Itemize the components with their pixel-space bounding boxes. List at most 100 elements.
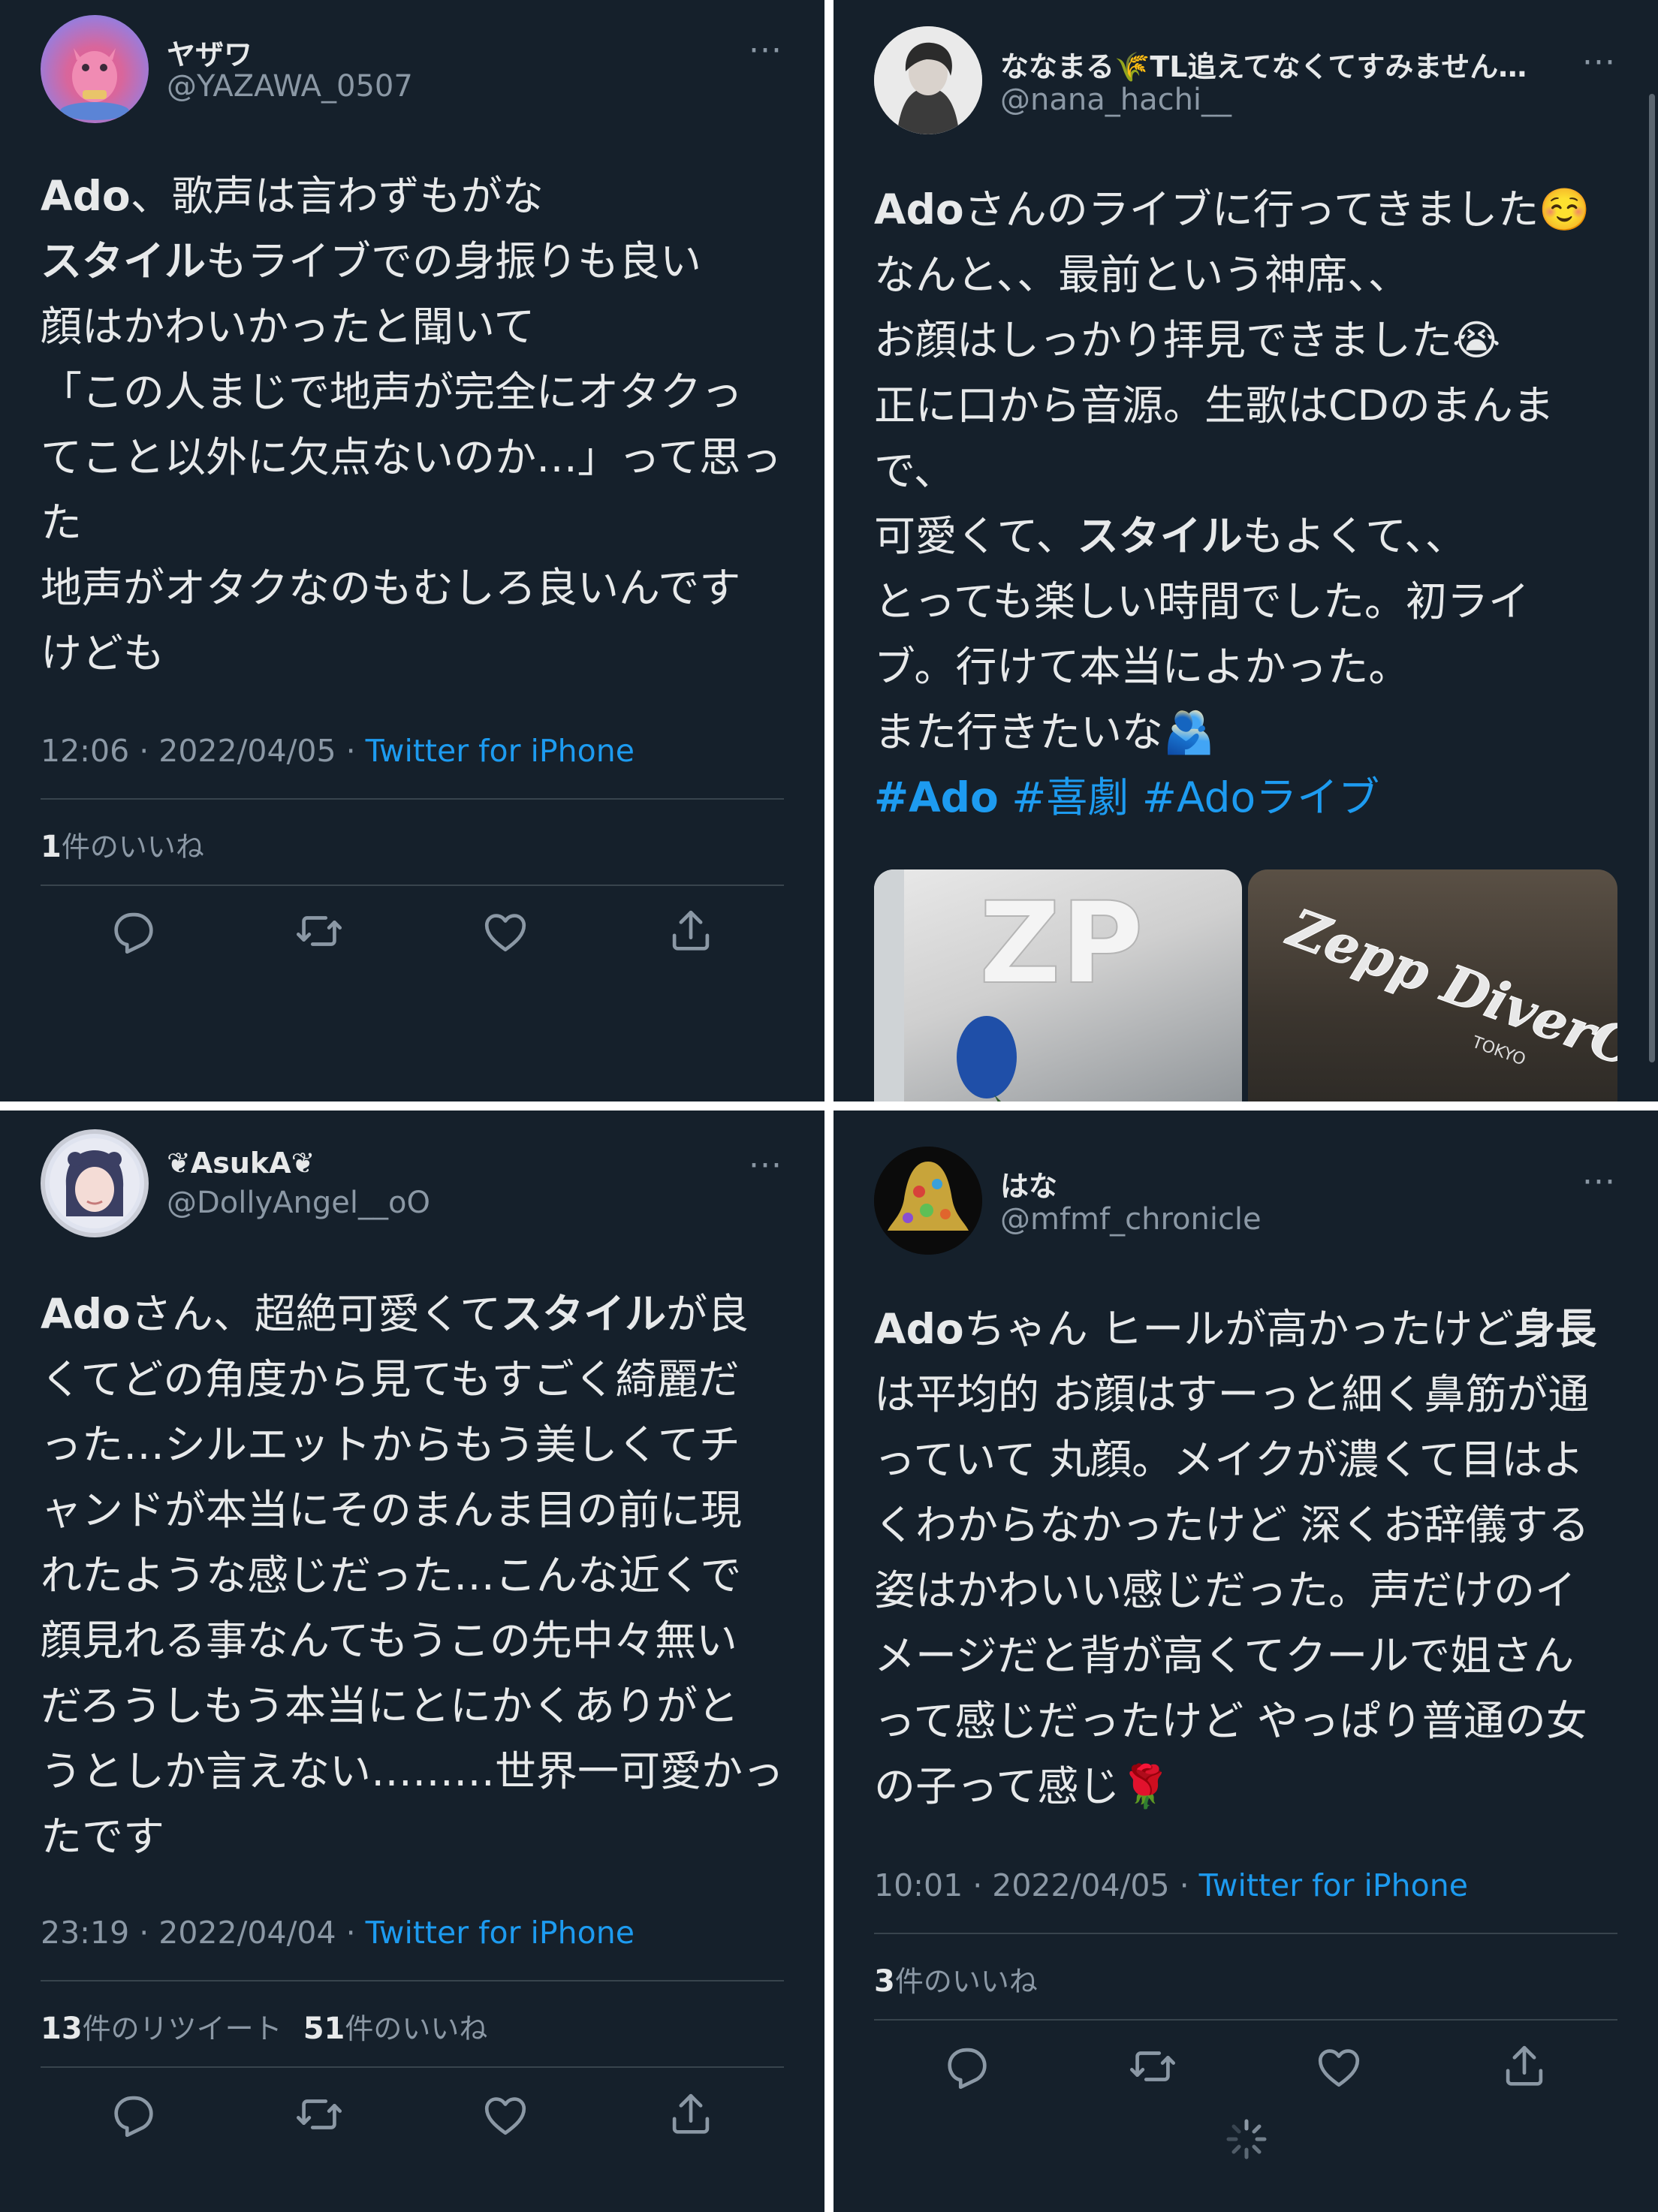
tweet-line: たです bbox=[41, 1813, 165, 1861]
divider bbox=[874, 1933, 1617, 1934]
avatar[interactable] bbox=[41, 15, 149, 123]
zepp-photo-icon: ZP bbox=[874, 869, 1144, 1101]
tweet-panel-hana: はな @mfmf_chronicle ··· Adoちゃん ヒールが高かったけど… bbox=[834, 1111, 1658, 2212]
tweet-line: だろうしもう本当にとにかくありがと bbox=[41, 1682, 740, 1730]
tweet-meta: 10:01 · 2022/04/05 · Twitter for iPhone bbox=[874, 1867, 1468, 1903]
share-icon[interactable] bbox=[665, 2088, 717, 2141]
source-link[interactable]: Twitter for iPhone bbox=[366, 1915, 635, 1951]
hashtag-link[interactable]: #Adoライブ bbox=[1142, 773, 1379, 821]
like-icon[interactable] bbox=[1313, 2040, 1365, 2093]
engagement-stats: 13件のリツイート 51件のいいね bbox=[41, 2006, 487, 2047]
tweet-line: は平均的 お顔はすーっと細く鼻筋が通 bbox=[874, 1370, 1590, 1418]
share-icon[interactable] bbox=[1498, 2040, 1551, 2093]
retweets-count: 13 bbox=[41, 2012, 83, 2046]
like-icon[interactable] bbox=[479, 2088, 532, 2141]
hashtags: #Ado #喜劇 #Adoライブ bbox=[874, 765, 1625, 830]
tweet-text: Adoさん、超絶可愛くてスタイルが良 くてどの角度から見てもすごく綺麗だ った…… bbox=[41, 1282, 791, 1870]
avatar[interactable] bbox=[41, 1129, 149, 1237]
like-icon[interactable] bbox=[479, 905, 532, 957]
source-link[interactable]: Twitter for iPhone bbox=[1199, 1867, 1468, 1903]
tweet-line: た bbox=[41, 499, 83, 547]
tweet-line: 正に口から音源。生歌はCDのまんま bbox=[874, 381, 1554, 429]
tweet-meta: 23:19 · 2022/04/04 · Twitter for iPhone bbox=[41, 1915, 635, 1951]
action-bar bbox=[874, 2040, 1617, 2093]
tweet-line: とっても楽しい時間でした。初ライ bbox=[874, 577, 1530, 625]
engagement-stats[interactable]: 3件のいいね bbox=[874, 1958, 1038, 2000]
divider bbox=[41, 1980, 784, 1981]
tweet-line: Adoさん、超絶可愛くてスタイルが良 bbox=[41, 1290, 749, 1338]
tweet-panel-yazawa: ヤザワ @YAZAWA_0507 ··· Ado、歌声は言わずもがな スタイルも… bbox=[0, 0, 824, 1101]
tweet-line: 姿はかわいい感じだった。声だけのイ bbox=[874, 1566, 1577, 1614]
reply-icon[interactable] bbox=[107, 2088, 160, 2141]
tweet-line: くてどの角度から見てもすごく綺麗だ bbox=[41, 1355, 740, 1403]
reply-icon[interactable] bbox=[107, 905, 160, 957]
tweet-line: れたような感じだった…こんな近くで bbox=[41, 1551, 742, 1599]
divider bbox=[41, 798, 784, 800]
tweet-line: 可愛くて、スタイルもよくて、、 bbox=[874, 512, 1467, 560]
tweet-line: ャンドが本当にそのまんま目の前に現 bbox=[41, 1486, 742, 1534]
tweet-line: メージだと背が高くてクールで姐さん bbox=[874, 1632, 1575, 1680]
tweet-line: また行きたいな🫂 bbox=[874, 708, 1215, 756]
likes-stat[interactable]: 51件のいいね bbox=[303, 2012, 488, 2046]
timestamp[interactable]: 23:19 · 2022/04/04 · bbox=[41, 1915, 366, 1951]
action-bar bbox=[41, 905, 784, 957]
likes-count: 3 bbox=[874, 1964, 895, 1999]
tweet-line: ブ。行けて本当によかった。 bbox=[874, 643, 1410, 691]
retweet-icon[interactable] bbox=[293, 905, 345, 957]
scrollbar[interactable] bbox=[1649, 94, 1655, 1062]
hashtag-link[interactable]: #喜劇 bbox=[1011, 773, 1129, 821]
tweet-line: 顔見れる事なんてもうこの先中々無い bbox=[41, 1617, 737, 1665]
tweet-text: Adoさんのライブに行ってきました☺️ なんと、、最前という神席、、 お顔はしっ… bbox=[874, 177, 1625, 830]
tweet-line: Adoさんのライブに行ってきました☺️ bbox=[874, 185, 1590, 234]
timestamp[interactable]: 10:01 · 2022/04/05 · bbox=[874, 1867, 1199, 1903]
display-name[interactable]: はな bbox=[1000, 1163, 1057, 1204]
share-icon[interactable] bbox=[665, 905, 717, 957]
user-handle[interactable]: @nana_hachi__ bbox=[1000, 83, 1231, 117]
hashtag-link[interactable]: #Ado bbox=[874, 773, 999, 821]
loading-spinner-icon bbox=[1224, 2117, 1269, 2162]
tweet-line: Adoちゃん ヒールが高かったけど身長 bbox=[874, 1305, 1597, 1353]
tweet-panel-asuka: ❦AsukA❦ @DollyAngel__oO ··· Adoさん、超絶可愛くて… bbox=[0, 1111, 824, 2212]
display-name[interactable]: ななまる🌾TL追えてなくてすみません… bbox=[1000, 44, 1527, 85]
retweet-icon[interactable] bbox=[293, 2088, 345, 2141]
divider bbox=[874, 2019, 1617, 2021]
user-handle[interactable]: @mfmf_chronicle bbox=[1000, 1202, 1262, 1237]
user-handle[interactable]: @DollyAngel__oO bbox=[167, 1186, 430, 1220]
source-link[interactable]: Twitter for iPhone bbox=[366, 733, 635, 769]
more-options-icon[interactable]: ··· bbox=[749, 1150, 782, 1183]
action-bar bbox=[41, 2088, 784, 2141]
more-options-icon[interactable]: ··· bbox=[1582, 1166, 1616, 1199]
engagement-stats[interactable]: 1件のいいね bbox=[41, 824, 204, 865]
tweet-line: っていて 丸顔。メイクが濃くて目はよ bbox=[874, 1436, 1584, 1484]
tweet-line: の子って感じ🌹 bbox=[874, 1762, 1171, 1810]
more-options-icon[interactable]: ··· bbox=[1582, 47, 1616, 80]
retweets-label: 件のリツイート bbox=[82, 2012, 282, 2045]
tweet-line: スタイルもライブでの身振りも良い bbox=[41, 237, 702, 285]
display-name[interactable]: ❦AsukA❦ bbox=[167, 1147, 315, 1180]
retweet-icon[interactable] bbox=[1126, 2040, 1179, 2093]
tweet-panel-nanamaru: ななまる🌾TL追えてなくてすみません… @nana_hachi__ ··· Ad… bbox=[834, 0, 1658, 1101]
avatar[interactable] bbox=[874, 26, 982, 134]
retweets-stat[interactable]: 13件のリツイート bbox=[41, 2012, 282, 2046]
display-name[interactable]: ヤザワ bbox=[167, 32, 252, 73]
tweet-line: 顔はかわいかったと聞いて bbox=[41, 303, 535, 351]
avatar-character-icon bbox=[60, 48, 129, 120]
timestamp[interactable]: 12:06 · 2022/04/05 · bbox=[41, 733, 366, 769]
svg-text:Zepp DiverCity: Zepp DiverCity bbox=[1279, 896, 1617, 1101]
likes-label: 件のいいね bbox=[894, 1965, 1038, 1998]
tweet-line: 地声がオタクなのもむしろ良いんです bbox=[41, 564, 741, 612]
avatar-lamp-icon bbox=[874, 1147, 982, 1255]
tweet-line: Ado、歌声は言わずもがな bbox=[41, 172, 544, 220]
tweet-text: Adoちゃん ヒールが高かったけど身長 は平均的 お顔はすーっと細く鼻筋が通 っ… bbox=[874, 1297, 1625, 1819]
user-handle[interactable]: @YAZAWA_0507 bbox=[167, 69, 413, 104]
avatar[interactable] bbox=[874, 1147, 982, 1255]
media-image-2[interactable]: Zepp DiverCity TOKYO bbox=[1248, 869, 1617, 1101]
likes-label: 件のいいね bbox=[345, 2012, 488, 2045]
tweet-line: うとしか言えない………世界一可愛かっ bbox=[41, 1747, 785, 1795]
tweet-line: てこと以外に欠点ないのか…」って思っ bbox=[41, 433, 782, 481]
media-image-1[interactable]: ZP bbox=[874, 869, 1242, 1101]
likes-count: 1 bbox=[41, 830, 62, 864]
reply-icon[interactable] bbox=[941, 2040, 993, 2093]
divider bbox=[41, 2066, 784, 2068]
more-options-icon[interactable]: ··· bbox=[749, 35, 782, 68]
